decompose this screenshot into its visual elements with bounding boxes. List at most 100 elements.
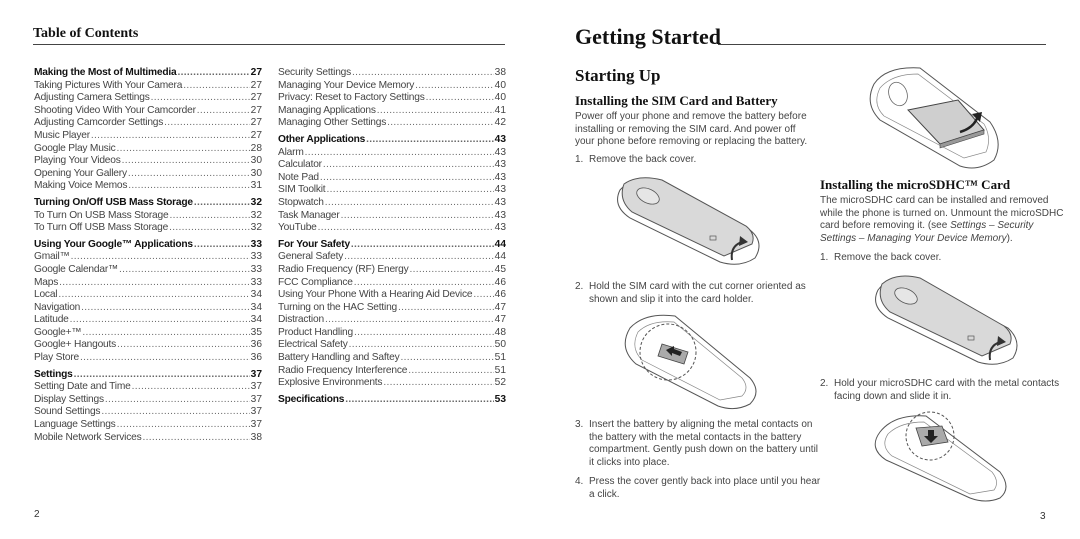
toc-entry-label: Explosive Environments bbox=[278, 377, 383, 389]
toc-entry[interactable]: Navigation 34 bbox=[34, 302, 262, 315]
toc-page-number: 47 bbox=[494, 314, 506, 326]
toc-entry[interactable]: Using Your Phone With a Hearing Aid Devi… bbox=[278, 289, 506, 302]
toc-page-number: 51 bbox=[494, 352, 506, 364]
sim-step-1: 1. Remove the back cover. bbox=[575, 154, 819, 167]
toc-entry[interactable]: Making Voice Memos 31 bbox=[34, 180, 262, 193]
toc-entry-label: Google+™ bbox=[34, 326, 82, 338]
toc-entry[interactable]: To Turn On USB Mass Storage 32 bbox=[34, 210, 262, 223]
toc-page-number: 33 bbox=[250, 276, 262, 288]
toc-page-number: 30 bbox=[250, 167, 262, 179]
left-page: Table of Contents Making the Most of Mul… bbox=[0, 0, 540, 539]
toc-page-number: 40 bbox=[494, 92, 506, 104]
toc-entry-label: SIM Toolkit bbox=[278, 184, 326, 196]
toc-entry[interactable]: YouTube 43 bbox=[278, 222, 506, 235]
toc-page-number: 44 bbox=[494, 238, 506, 250]
toc-entry-label: Music Player bbox=[34, 129, 90, 141]
toc-entry[interactable]: SIM Toolkit 43 bbox=[278, 184, 506, 197]
toc-entry[interactable]: Managing Other Settings 42 bbox=[278, 117, 506, 130]
toc-entry[interactable]: Managing Applications 41 bbox=[278, 105, 506, 118]
sd-step-2: 2. Hold your microSDHC card with the met… bbox=[820, 378, 1074, 403]
toc-entry[interactable]: Adjusting Camcorder Settings 27 bbox=[34, 117, 262, 130]
toc-entry[interactable]: Opening Your Gallery 30 bbox=[34, 168, 262, 181]
toc-leader-dots bbox=[101, 406, 249, 419]
toc-entry[interactable]: Shooting Video With Your Camcorder 27 bbox=[34, 105, 262, 118]
toc-page-number: 37 bbox=[250, 368, 262, 380]
toc-section-heading[interactable]: Turning On/Off USB Mass Storage 32 bbox=[34, 197, 262, 210]
toc-entry[interactable]: Managing Your Device Memory 40 bbox=[278, 80, 506, 93]
toc-entry[interactable]: Task Manager 43 bbox=[278, 210, 506, 223]
toc-page-number: 37 bbox=[250, 419, 262, 431]
toc-entry[interactable]: Google Play Music 28 bbox=[34, 143, 262, 156]
toc-section-heading[interactable]: For Your Safety 44 bbox=[278, 239, 506, 252]
toc-entry[interactable]: Alarm 43 bbox=[278, 147, 506, 160]
toc-title: Table of Contents bbox=[33, 26, 139, 41]
toc-entry[interactable]: Explosive Environments 52 bbox=[278, 377, 506, 390]
toc-entry[interactable]: Maps 33 bbox=[34, 277, 262, 290]
toc-leader-dots bbox=[128, 168, 250, 181]
phone-back-cover-illustration bbox=[617, 177, 760, 265]
toc-entry-label: Radio Frequency Interference bbox=[278, 364, 408, 376]
toc-entry-label: Privacy: Reset to Factory Settings bbox=[278, 92, 425, 104]
toc-entry-label: Using Your Google™ Applications bbox=[34, 238, 193, 250]
toc-entry[interactable]: Turning on the HAC Setting 47 bbox=[278, 302, 506, 315]
toc-entry[interactable]: Google Calendar™ 33 bbox=[34, 264, 262, 277]
toc-entry[interactable]: Product Handling 48 bbox=[278, 327, 506, 340]
toc-entry[interactable]: Latitude 34 bbox=[34, 314, 262, 327]
toc-entry[interactable]: Security Settings 38 bbox=[278, 67, 506, 80]
toc-entry[interactable]: Mobile Network Services 38 bbox=[34, 432, 262, 445]
toc-entry[interactable]: Note Pad 43 bbox=[278, 172, 506, 185]
toc-entry[interactable]: Setting Date and Time 37 bbox=[34, 381, 262, 394]
toc-entry-label: Google+ Hangouts bbox=[34, 339, 117, 351]
toc-entry[interactable]: Gmail™ 33 bbox=[34, 251, 262, 264]
toc-entry-label: Taking Pictures With Your Camera bbox=[34, 79, 183, 91]
toc-entry[interactable]: Google+ Hangouts 36 bbox=[34, 339, 262, 352]
toc-entry[interactable]: Taking Pictures With Your Camera 27 bbox=[34, 80, 262, 93]
toc-entry[interactable]: Display Settings 37 bbox=[34, 394, 262, 407]
toc-entry[interactable]: Radio Frequency (RF) Energy 45 bbox=[278, 264, 506, 277]
chapter-title: Getting Started bbox=[575, 24, 722, 49]
toc-entry[interactable]: FCC Compliance 46 bbox=[278, 277, 506, 290]
toc-page-number: 27 bbox=[250, 92, 262, 104]
toc-section-heading[interactable]: Other Applications 43 bbox=[278, 134, 506, 147]
toc-entry[interactable]: Google+™ 35 bbox=[34, 327, 262, 340]
step-number: 4. bbox=[575, 476, 584, 487]
toc-entry[interactable]: Adjusting Camera Settings 27 bbox=[34, 92, 262, 105]
toc-entry-label: Task Manager bbox=[278, 209, 340, 221]
toc-entry-label: For Your Safety bbox=[278, 238, 350, 250]
toc-entry[interactable]: Electrical Safety 50 bbox=[278, 339, 506, 352]
toc-section-heading[interactable]: Settings 37 bbox=[34, 369, 262, 382]
toc-leader-dots bbox=[128, 180, 249, 193]
toc-page-number: 27 bbox=[250, 129, 262, 141]
toc-entry[interactable]: Local 34 bbox=[34, 289, 262, 302]
toc-entry[interactable]: Calculator 43 bbox=[278, 159, 506, 172]
toc-page-number: 51 bbox=[494, 364, 506, 376]
toc-leader-dots bbox=[305, 147, 494, 160]
toc-page-number: 46 bbox=[494, 276, 506, 288]
toc-entry[interactable]: Sound Settings 37 bbox=[34, 406, 262, 419]
toc-entry-label: Gmail™ bbox=[34, 251, 70, 263]
toc-section-heading[interactable]: Making the Most of Multimedia 27 bbox=[34, 67, 262, 80]
toc-page-number: 43 bbox=[494, 184, 506, 196]
toc-entry-label: Settings bbox=[34, 368, 73, 380]
toc-leader-dots bbox=[151, 92, 250, 105]
chapter-title-rule bbox=[718, 44, 1046, 45]
toc-entry[interactable]: Radio Frequency Interference 51 bbox=[278, 365, 506, 378]
toc-leader-dots bbox=[59, 277, 250, 290]
toc-entry[interactable]: General Safety 44 bbox=[278, 251, 506, 264]
toc-entry[interactable]: Playing Your Videos 30 bbox=[34, 155, 262, 168]
sd-intro-end: ). bbox=[1006, 232, 1013, 244]
toc-page-number: 33 bbox=[250, 238, 262, 250]
toc-entry[interactable]: Distraction 47 bbox=[278, 314, 506, 327]
toc-page-number: 48 bbox=[494, 326, 506, 338]
toc-entry[interactable]: Play Store 36 bbox=[34, 352, 262, 365]
toc-entry[interactable]: Language Settings 37 bbox=[34, 419, 262, 432]
toc-leader-dots bbox=[178, 67, 250, 80]
step-number: 2. bbox=[575, 281, 584, 292]
toc-entry[interactable]: Battery Handling and Saftey 51 bbox=[278, 352, 506, 365]
toc-entry[interactable]: Privacy: Reset to Factory Settings 40 bbox=[278, 92, 506, 105]
toc-entry[interactable]: Stopwatch 43 bbox=[278, 197, 506, 210]
toc-entry[interactable]: Music Player 27 bbox=[34, 130, 262, 143]
toc-section-heading[interactable]: Specifications 53 bbox=[278, 394, 506, 407]
toc-entry[interactable]: To Turn Off USB Mass Storage 32 bbox=[34, 222, 262, 235]
toc-section-heading[interactable]: Using Your Google™ Applications 33 bbox=[34, 239, 262, 252]
